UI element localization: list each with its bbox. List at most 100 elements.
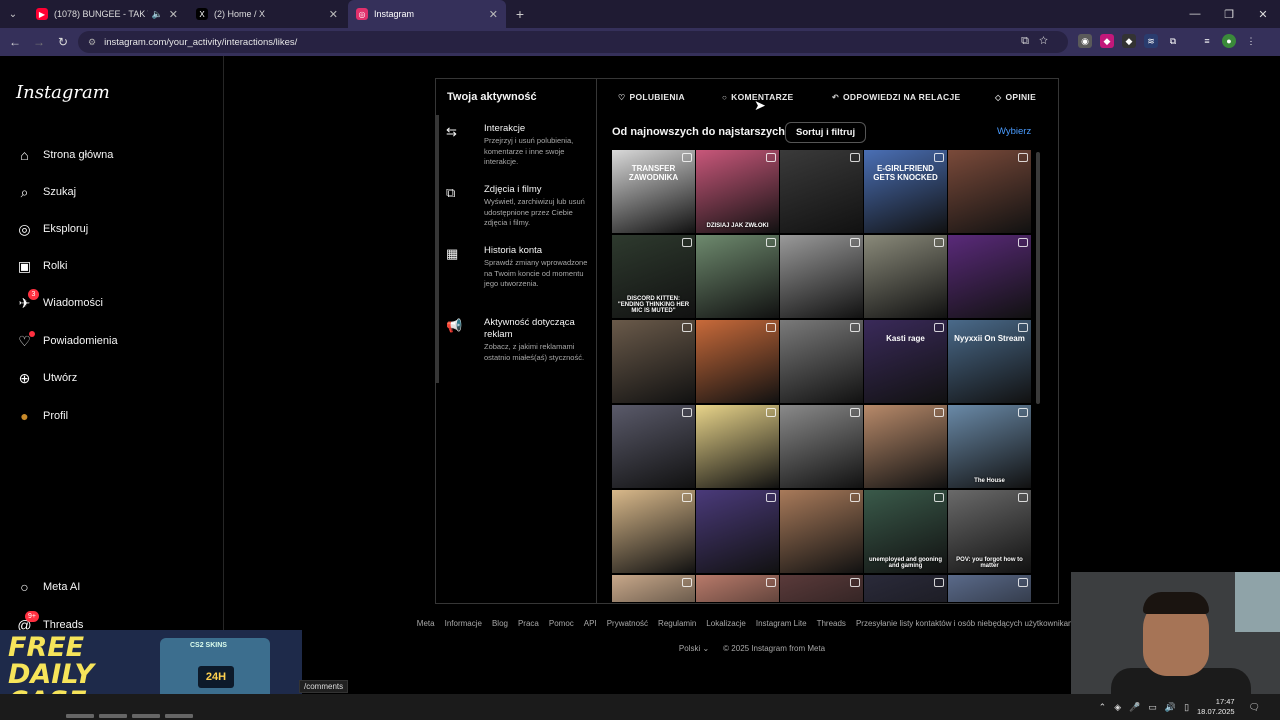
tab-polubienia[interactable]: ♡ POLUBIENIA	[618, 92, 685, 102]
tab-opinie[interactable]: ◇ OPINIE	[995, 92, 1036, 102]
liked-post-thumbnail[interactable]: unemployed and gooning and gaming	[864, 490, 947, 573]
liked-post-thumbnail[interactable]	[612, 405, 695, 488]
liked-post-thumbnail[interactable]: E-GIRLFRIEND GETS KNOCKED	[864, 150, 947, 233]
footer-link[interactable]: Informacje	[445, 619, 482, 628]
sort-filter-button[interactable]: Sortuj i filtruj	[785, 122, 867, 143]
liked-post-thumbnail[interactable]	[948, 575, 1031, 602]
liked-post-thumbnail[interactable]	[780, 320, 863, 403]
taskbar-item[interactable]	[165, 714, 193, 718]
footer-link[interactable]: Threads	[817, 619, 846, 628]
liked-post-thumbnail[interactable]: POV: you forgot how to matter	[948, 490, 1031, 573]
liked-post-thumbnail[interactable]: DISCORD KITTEN: "ENDING THINKING HER MIC…	[612, 235, 695, 318]
volume-icon[interactable]: 🔊	[1165, 702, 1176, 713]
liked-post-thumbnail[interactable]	[696, 235, 779, 318]
footer-link[interactable]: Regulamin	[658, 619, 696, 628]
microphone-icon[interactable]: 🎤	[1129, 702, 1140, 713]
liked-post-thumbnail[interactable]: DZISIAJ JAK ZWŁOKI	[696, 150, 779, 233]
install-app-icon[interactable]: ⧉	[1021, 35, 1039, 47]
new-tab-button[interactable]: +	[506, 6, 534, 22]
activity-menu-item[interactable]: ⧉ Zdjęcia i filmy Wyświetl, zarchiwizuj lu…	[446, 184, 591, 229]
liked-post-thumbnail[interactable]	[612, 320, 695, 403]
nav-item[interactable]: ▣ Rolki	[16, 255, 68, 277]
extension-audio-icon[interactable]: ≋	[1144, 34, 1158, 48]
url-field[interactable]: ⚙ instagram.com/your_activity/interactio…	[78, 31, 1068, 53]
footer-link[interactable]: Meta	[417, 619, 435, 628]
close-window-icon[interactable]: ✕	[1246, 0, 1280, 28]
instagram-logo[interactable]: Instagram	[16, 82, 110, 103]
extensions-puzzle-icon[interactable]: ⧉	[1166, 34, 1180, 48]
liked-post-thumbnail[interactable]	[612, 490, 695, 573]
nav-item[interactable]: ◎ Eksploruj	[16, 218, 88, 240]
back-icon[interactable]: ←	[3, 35, 27, 49]
activity-menu-item[interactable]: 📢 Aktywność dotycząca reklam Zobacz, z jak…	[446, 317, 591, 363]
liked-post-thumbnail[interactable]: Kasti rage	[864, 320, 947, 403]
extension-diamond-icon[interactable]: ◆	[1122, 34, 1136, 48]
browser-tab[interactable]: X (2) Home / X ✕	[188, 0, 346, 28]
network-icon[interactable]: ▭	[1148, 702, 1157, 713]
liked-post-thumbnail[interactable]: TRANSFER ZAWODNIKA	[612, 150, 695, 233]
taskbar-item[interactable]	[132, 714, 160, 718]
liked-post-thumbnail[interactable]	[864, 235, 947, 318]
browser-tab[interactable]: ▶ (1078) BUNGEE - TAK TO LI 🔈 ✕	[28, 0, 186, 28]
nav-item[interactable]: ✈ 3 Wiadomości	[16, 288, 103, 314]
liked-post-thumbnail[interactable]	[780, 150, 863, 233]
tab-search-button[interactable]: ⌄	[0, 0, 26, 28]
restore-icon[interactable]: ❐	[1212, 0, 1246, 28]
liked-post-thumbnail[interactable]	[696, 575, 779, 602]
liked-post-thumbnail[interactable]	[696, 320, 779, 403]
language-selector[interactable]: Polski ⌄	[679, 644, 709, 653]
extension-mask-icon[interactable]: ◉	[1078, 34, 1092, 48]
reload-icon[interactable]: ↻	[51, 35, 75, 49]
liked-post-thumbnail[interactable]	[864, 405, 947, 488]
tab-close-icon[interactable]: ✕	[329, 8, 338, 21]
nav-item[interactable]: ● Profil	[16, 405, 68, 427]
nav-item[interactable]: ⊕ Utwórz	[16, 367, 78, 389]
footer-link[interactable]: Pomoc	[549, 619, 574, 628]
tray-expand-icon[interactable]: ⌃	[1099, 702, 1107, 713]
liked-post-thumbnail[interactable]: The House	[948, 405, 1031, 488]
footer-link[interactable]: API	[584, 619, 597, 628]
tab-audio-icon[interactable]: 🔈	[152, 9, 163, 20]
footer-link[interactable]: Przesyłanie listy kontaktów i osób niebę…	[856, 619, 1077, 628]
site-info-icon[interactable]: ⚙	[88, 37, 96, 48]
taskbar-item[interactable]	[99, 714, 127, 718]
footer-link[interactable]: Blog	[492, 619, 508, 628]
menu-kebab-icon[interactable]: ⋮	[1244, 34, 1258, 48]
activity-menu-item[interactable]: ▦ Historia konta Sprawdź zmiany wprowadzon…	[446, 245, 591, 290]
tab-close-icon[interactable]: ✕	[169, 8, 178, 21]
select-link[interactable]: Wybierz	[997, 126, 1031, 137]
liked-post-thumbnail[interactable]	[780, 575, 863, 602]
profile-avatar-icon[interactable]: ●	[1222, 34, 1236, 48]
forward-icon[interactable]: →	[27, 35, 51, 49]
reading-list-icon[interactable]: ≡	[1200, 34, 1214, 48]
bookmark-star-icon[interactable]: ☆	[1039, 35, 1058, 47]
liked-post-thumbnail[interactable]	[864, 575, 947, 602]
footer-link[interactable]: Praca	[518, 619, 539, 628]
tab-close-icon[interactable]: ✕	[489, 8, 498, 21]
footer-link[interactable]: Instagram Lite	[756, 619, 807, 628]
minimize-icon[interactable]: —	[1178, 0, 1212, 28]
footer-link[interactable]: Prywatność	[607, 619, 648, 628]
nav-item[interactable]: ♡ Powiadomienia	[16, 330, 118, 352]
liked-post-thumbnail[interactable]	[780, 405, 863, 488]
browser-tab[interactable]: ◎ Instagram ✕	[348, 0, 506, 28]
liked-post-thumbnail[interactable]	[696, 405, 779, 488]
activity-menu-item[interactable]: ⇆ Interakcje Przejrzyj i usuń polubienia, …	[446, 123, 591, 168]
nav-item[interactable]: ○ Meta AI	[16, 576, 80, 598]
liked-post-thumbnail[interactable]	[612, 575, 695, 602]
taskbar-item[interactable]	[66, 714, 94, 718]
liked-post-thumbnail[interactable]	[948, 235, 1031, 318]
battery-icon[interactable]: ▯	[1184, 702, 1189, 713]
extension-shield-icon[interactable]: ◆	[1100, 34, 1114, 48]
grid-scrollbar[interactable]	[1036, 152, 1040, 404]
tab-odpowiedzi-na-relacje[interactable]: ↶ ODPOWIEDZI NA RELACJE	[832, 92, 960, 102]
liked-post-thumbnail[interactable]: Nyyxxii On Stream	[948, 320, 1031, 403]
nav-item[interactable]: ⌂ Strona główna	[16, 144, 113, 166]
tray-app-icon[interactable]: ◈	[1114, 702, 1121, 713]
taskbar-clock[interactable]: 17:47 18.07.2025	[1197, 697, 1235, 717]
liked-post-thumbnail[interactable]	[780, 235, 863, 318]
notifications-icon[interactable]: 🗨	[1249, 702, 1260, 713]
liked-post-thumbnail[interactable]	[780, 490, 863, 573]
nav-item[interactable]: ⌕ Szukaj	[16, 181, 76, 203]
liked-post-thumbnail[interactable]	[696, 490, 779, 573]
